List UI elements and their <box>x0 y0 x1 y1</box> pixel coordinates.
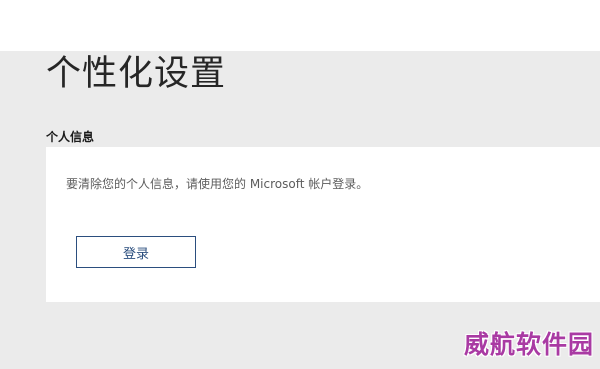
personal-info-card: 要清除您的个人信息，请使用您的 Microsoft 帐户登录。 登录 <box>46 147 600 302</box>
section-heading-personal-info: 个人信息 <box>46 130 95 144</box>
watermark-logo: 威航软件园 <box>463 330 594 359</box>
page-title: 个性化设置 <box>46 54 227 94</box>
signin-button[interactable]: 登录 <box>76 236 196 268</box>
top-bar <box>0 0 600 51</box>
signin-prompt-text: 要清除您的个人信息，请使用您的 Microsoft 帐户登录。 <box>66 177 369 191</box>
